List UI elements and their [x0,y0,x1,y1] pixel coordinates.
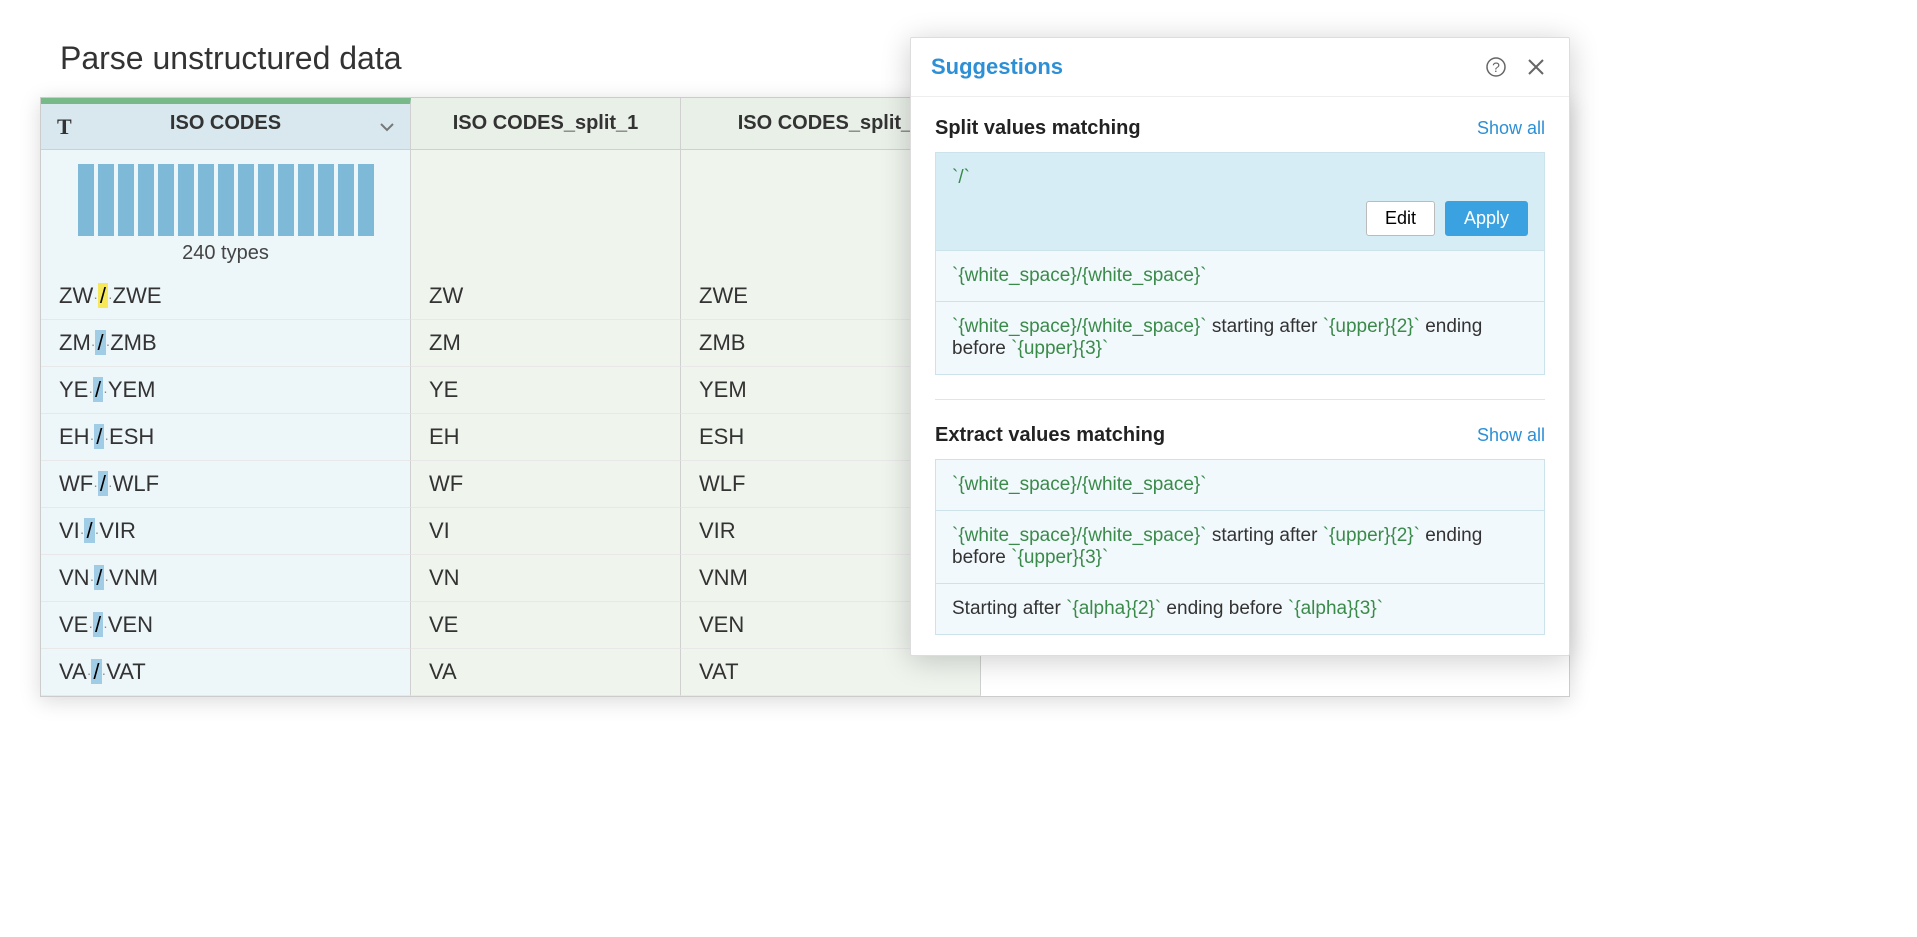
suggestions-panel: Suggestions ? Split values matching Show… [910,37,1570,656]
cell-iso-code[interactable]: VN·/·VNM [41,555,411,602]
suggestion-item[interactable]: `{white_space}/{white_space}` [936,251,1544,302]
cell-iso-code[interactable]: EH·/·ESH [41,414,411,461]
cell-iso-code[interactable]: YE·/·YEM [41,367,411,414]
text-type-icon: T [57,114,72,140]
cell-split1[interactable]: ZW [411,273,681,320]
show-all-link[interactable]: Show all [1477,425,1545,446]
column-header-label: ISO CODES [170,112,281,134]
column-header-label: ISO CODES_split_1 [453,112,639,134]
chevron-down-icon[interactable] [380,122,394,132]
show-all-link[interactable]: Show all [1477,118,1545,139]
histogram-cell-empty [411,150,681,273]
split-suggestion-list: `/`EditApply`{white_space}/{white_space}… [935,152,1545,375]
cell-split1[interactable]: WF [411,461,681,508]
cell-iso-code[interactable]: VI·/·VIR [41,508,411,555]
cell-split1[interactable]: VE [411,602,681,649]
suggestion-item[interactable]: `/`EditApply [936,153,1544,251]
cell-split1[interactable]: VI [411,508,681,555]
svg-text:?: ? [1492,59,1500,75]
histogram-label: 240 types [59,242,392,265]
panel-title: Suggestions [931,54,1469,80]
column-header-label: ISO CODES_split_2 [738,112,924,134]
cell-split1[interactable]: VA [411,649,681,696]
cell-split1[interactable]: YE [411,367,681,414]
cell-split1[interactable]: EH [411,414,681,461]
apply-button[interactable]: Apply [1445,201,1528,236]
histogram-cell: 240 types [41,150,411,273]
suggestion-item[interactable]: `{white_space}/{white_space}` [936,460,1544,511]
cell-iso-code[interactable]: WF·/·WLF [41,461,411,508]
cell-split1[interactable]: VN [411,555,681,602]
suggestion-item[interactable]: `{white_space}/{white_space}` starting a… [936,302,1544,374]
help-icon[interactable]: ? [1483,54,1509,80]
cell-iso-code[interactable]: ZW·/·ZWE [41,273,411,320]
cell-split2[interactable]: VAT [681,649,981,696]
extract-section-title: Extract values matching [935,424,1165,447]
histogram-bars [59,162,392,236]
edit-button[interactable]: Edit [1366,201,1435,236]
column-header-split1[interactable]: ISO CODES_split_1 [411,98,681,149]
suggestion-item[interactable]: `{white_space}/{white_space}` starting a… [936,511,1544,584]
close-icon[interactable] [1523,54,1549,80]
extract-suggestion-list: `{white_space}/{white_space}``{white_spa… [935,459,1545,635]
cell-split1[interactable]: ZM [411,320,681,367]
split-section-title: Split values matching [935,117,1141,140]
cell-iso-code[interactable]: VA·/·VAT [41,649,411,696]
suggestion-item[interactable]: Starting after `{alpha}{2}` ending befor… [936,584,1544,634]
divider [935,399,1545,400]
column-header-iso-codes[interactable]: T ISO CODES [41,98,411,149]
cell-iso-code[interactable]: VE·/·VEN [41,602,411,649]
cell-iso-code[interactable]: ZM·/·ZMB [41,320,411,367]
table-row[interactable]: VA·/·VATVAVAT [41,649,1569,696]
